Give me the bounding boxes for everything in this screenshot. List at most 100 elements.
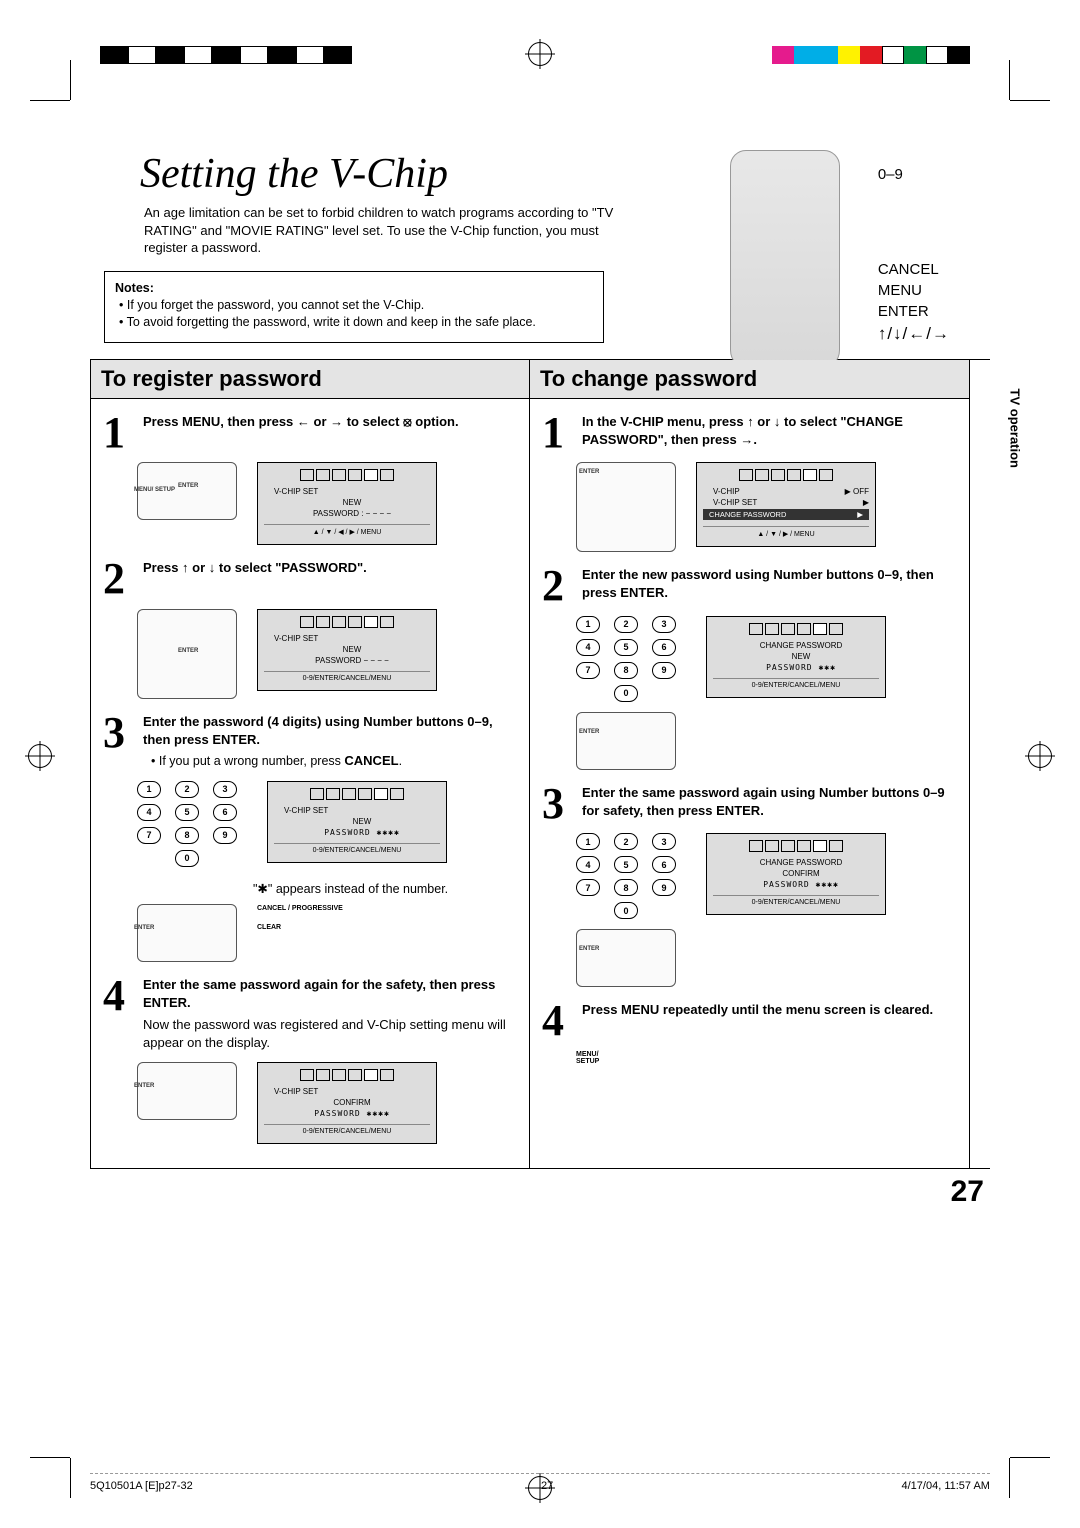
- asterisk-note: "✱" appears instead of the number.: [253, 881, 517, 896]
- register-step-3: 3 Enter the password (4 digits) using Nu…: [103, 713, 517, 771]
- osd-screen: V-CHIP SET CONFIRM PASSWORD ✱✱✱✱ 0-9/ENT…: [257, 1062, 437, 1144]
- enter-button-label: ENTER: [178, 483, 198, 489]
- intro-paragraph: An age limitation can be set to forbid c…: [144, 204, 644, 257]
- osd-footer: 0-9/ENTER/CANCEL/MENU: [713, 678, 879, 689]
- numpad-key: 4: [137, 804, 161, 821]
- number-pad: 1 2 3 4 5 6 7 8 9 0: [137, 781, 247, 867]
- numpad-key: 9: [652, 879, 676, 896]
- osd-screen: V-CHIP SET NEW PASSWORD ✱✱✱✱ 0-9/ENTER/C…: [267, 781, 447, 863]
- remote-diagram: ENTER: [137, 1062, 237, 1120]
- enter-button-label: ENTER: [134, 1083, 154, 1089]
- numpad-key: 2: [614, 833, 638, 850]
- step-text: In the V-CHIP menu, press ↑ or ↓ to sele…: [582, 414, 903, 447]
- page-number: 27: [951, 1175, 984, 1209]
- remote-diagram: ENTER: [576, 712, 676, 770]
- numpad-key: 1: [137, 781, 161, 798]
- osd-line: CHANGE PASSWORD: [713, 858, 879, 867]
- numpad-key: 2: [175, 781, 199, 798]
- numpad-key: 6: [652, 856, 676, 873]
- number-pad: 1 2 3 4 5 6 7 8 9 0: [576, 616, 686, 702]
- osd-line: NEW: [264, 645, 430, 654]
- numpad-key: 9: [652, 662, 676, 679]
- osd-line: CHANGE PASSWORD: [713, 641, 879, 650]
- step-number: 4: [542, 1001, 572, 1041]
- osd-screen: V-CHIP▶ OFF V-CHIP SET▶ CHANGE PASSWORD▶…: [696, 462, 876, 547]
- numpad-key: 7: [576, 662, 600, 679]
- enter-button-label: ENTER: [579, 469, 599, 475]
- numpad-key: 5: [614, 856, 638, 873]
- step-number: 1: [103, 413, 133, 453]
- numpad-key: 1: [576, 616, 600, 633]
- page-title: Setting the V-Chip: [140, 150, 990, 198]
- osd-footer: 0-9/ENTER/CANCEL/MENU: [713, 895, 879, 906]
- osd-screen: V-CHIP SET NEW PASSWORD : − − − − ▲ / ▼ …: [257, 462, 437, 545]
- step-number: 3: [103, 713, 133, 771]
- menu-button-label: MENU/ SETUP: [576, 1051, 599, 1065]
- osd-screen: CHANGE PASSWORD NEW PASSWORD ✱✱✱ 0-9/ENT…: [706, 616, 886, 698]
- enter-button-label: ENTER: [178, 648, 198, 654]
- osd-screen: CHANGE PASSWORD CONFIRM PASSWORD ✱✱✱✱ 0-…: [706, 833, 886, 915]
- osd-line: PASSWORD : − − − −: [264, 509, 430, 518]
- cancel-prog-label: CANCEL / PROGRESSIVE: [257, 905, 343, 912]
- printer-marks: [0, 40, 1080, 70]
- osd-line: V-CHIP SET: [264, 634, 430, 643]
- osd-screen: V-CHIP SET NEW PASSWORD − − − − 0-9/ENTE…: [257, 609, 437, 691]
- numpad-key: 9: [213, 827, 237, 844]
- step-text: Press ↑ or ↓ to select "PASSWORD".: [143, 560, 367, 575]
- step-number: 2: [103, 559, 133, 599]
- numpad-key: 0: [614, 685, 638, 702]
- step-text: Press MENU repeatedly until the menu scr…: [582, 1002, 933, 1017]
- step-note: If you put a wrong number, press: [159, 754, 341, 768]
- numpad-key: 8: [614, 662, 638, 679]
- register-step-2: 2 Press ↑ or ↓ to select "PASSWORD".: [103, 559, 517, 599]
- step-number: 4: [103, 976, 133, 1053]
- numpad-key: 5: [614, 639, 638, 656]
- numpad-key: 7: [137, 827, 161, 844]
- imprint-footer: 5Q10501A [E]p27-32 27 4/17/04, 11:57 AM: [90, 1473, 990, 1492]
- change-step-1: 1 In the V-CHIP menu, press ↑ or ↓ to se…: [542, 413, 957, 453]
- osd-line: V-CHIP▶ OFF: [703, 487, 869, 496]
- callout-enter: ENTER: [878, 303, 950, 320]
- section-tab: TV operation: [1007, 389, 1022, 468]
- callout-menu: MENU: [878, 282, 950, 299]
- note-item: If you forget the password, you cannot s…: [119, 297, 593, 315]
- callout-arrows: ↑/↓/←/→: [878, 324, 950, 344]
- imprint-page: 27: [541, 1480, 553, 1492]
- clear-label: CLEAR: [257, 924, 281, 931]
- step-result: Now the password was registered and V-Ch…: [143, 1016, 517, 1052]
- numpad-key: 4: [576, 856, 600, 873]
- osd-line: PASSWORD ✱✱✱✱: [264, 1109, 430, 1118]
- change-password-column: To change password 1 In the V-CHIP menu,…: [530, 360, 970, 1169]
- osd-footer: 0-9/ENTER/CANCEL/MENU: [274, 843, 440, 854]
- numpad-key: 8: [614, 879, 638, 896]
- numpad-key: 6: [213, 804, 237, 821]
- remote-diagram: ENTER: [137, 904, 237, 962]
- callout-numbers: 0–9: [878, 166, 950, 183]
- numpad-key: 1: [576, 833, 600, 850]
- number-pad: 1 2 3 4 5 6 7 8 9 0: [576, 833, 686, 919]
- osd-line: CONFIRM: [264, 1098, 430, 1107]
- register-password-column: To register password 1 Press MENU, then …: [90, 360, 530, 1169]
- change-heading: To change password: [530, 360, 969, 399]
- step-text: Enter the same password again using Numb…: [582, 785, 945, 818]
- osd-line: PASSWORD ✱✱✱✱: [713, 880, 879, 889]
- menu-button-label: MENU/ SETUP: [134, 487, 175, 493]
- imprint-file: 5Q10501A [E]p27-32: [90, 1480, 193, 1492]
- step-text: Press MENU, then press ← or → to select …: [143, 414, 459, 429]
- osd-footer: 0-9/ENTER/CANCEL/MENU: [264, 1124, 430, 1135]
- register-step-4: 4 Enter the same password again for the …: [103, 976, 517, 1053]
- cancel-label: CANCEL: [344, 753, 398, 768]
- osd-line: CONFIRM: [713, 869, 879, 878]
- enter-button-label: ENTER: [579, 946, 599, 952]
- step-number: 1: [542, 413, 572, 453]
- imprint-date: 4/17/04, 11:57 AM: [902, 1480, 990, 1492]
- osd-line: PASSWORD − − − −: [264, 656, 430, 665]
- enter-button-label: ENTER: [134, 925, 154, 931]
- registration-mark-icon: [1028, 744, 1052, 768]
- osd-line: V-CHIP SET: [264, 487, 430, 496]
- osd-line: NEW: [264, 498, 430, 507]
- notes-heading: Notes:: [115, 281, 154, 295]
- osd-line: V-CHIP SET: [274, 806, 440, 815]
- osd-line: PASSWORD ✱✱✱✱: [274, 828, 440, 837]
- remote-diagram: ENTER: [576, 929, 676, 987]
